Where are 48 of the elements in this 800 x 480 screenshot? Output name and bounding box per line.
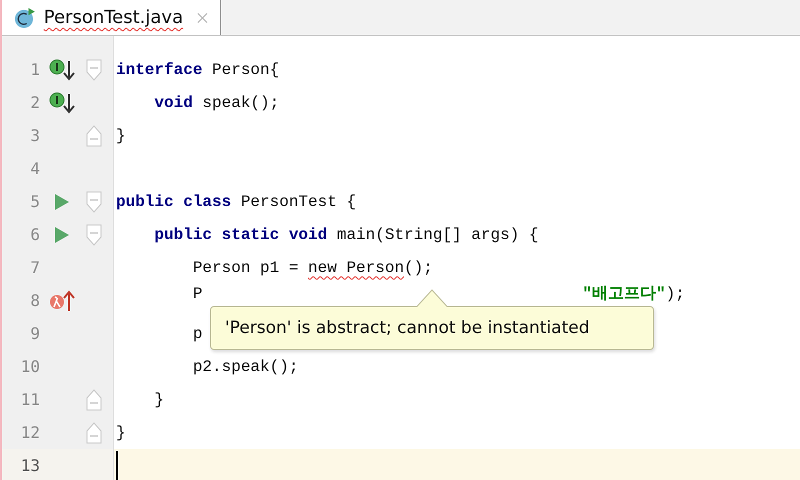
run-icon[interactable] <box>54 226 70 244</box>
code-token: interface <box>116 60 202 78</box>
implemented-icon[interactable] <box>49 90 75 114</box>
run-icon[interactable] <box>54 192 70 210</box>
line-number: 6 <box>29 225 40 244</box>
line-number: 10 <box>20 357 40 376</box>
line-number: 4 <box>29 159 40 178</box>
line-number: 9 <box>29 324 40 343</box>
line-number: 3 <box>29 126 40 145</box>
code-token: public static void <box>153 226 328 244</box>
code-token: Person{ <box>211 60 280 78</box>
tab-title: PersonTest.java <box>44 7 184 28</box>
text-cursor <box>116 450 118 480</box>
fold-icon[interactable] <box>86 388 102 410</box>
class-icon <box>14 6 36 30</box>
line-number: 1 <box>29 60 40 79</box>
line-number: 8 <box>29 291 40 310</box>
fold-icon[interactable] <box>86 422 102 444</box>
code-token: } <box>116 126 126 144</box>
line-number: 11 <box>20 390 40 409</box>
code-token: P <box>192 285 202 303</box>
code-token: PersonTest { <box>240 192 356 210</box>
code-token: speak(); <box>201 94 280 112</box>
close-icon[interactable] <box>197 12 208 24</box>
code-token: } <box>153 390 164 408</box>
line-number: 2 <box>29 93 40 112</box>
line-number: 12 <box>20 423 40 442</box>
fold-icon[interactable] <box>86 224 102 246</box>
code-token: Person p1 = <box>192 258 300 276</box>
line-number: 7 <box>29 258 40 277</box>
code-token: main(String[] args) { <box>336 226 538 244</box>
code-token: ); <box>666 285 685 303</box>
lambda-override-icon[interactable] <box>49 288 75 312</box>
code-token: "배고프다" <box>582 285 666 303</box>
tooltip-pointer <box>416 289 448 307</box>
code-token: p <box>192 324 202 342</box>
line-number: 13 <box>20 456 40 475</box>
code-token: p2.speak(); <box>192 358 298 376</box>
code-token: void <box>153 94 193 112</box>
implemented-icon[interactable] <box>49 58 75 82</box>
code-token: } <box>116 424 126 442</box>
code-token: (); <box>404 258 433 276</box>
line-number: 5 <box>29 192 40 211</box>
code-token: new Person <box>308 258 404 276</box>
fold-icon[interactable] <box>86 190 102 212</box>
code-token: public class <box>116 192 232 210</box>
fold-icon[interactable] <box>86 124 102 146</box>
fold-icon[interactable] <box>86 58 102 80</box>
